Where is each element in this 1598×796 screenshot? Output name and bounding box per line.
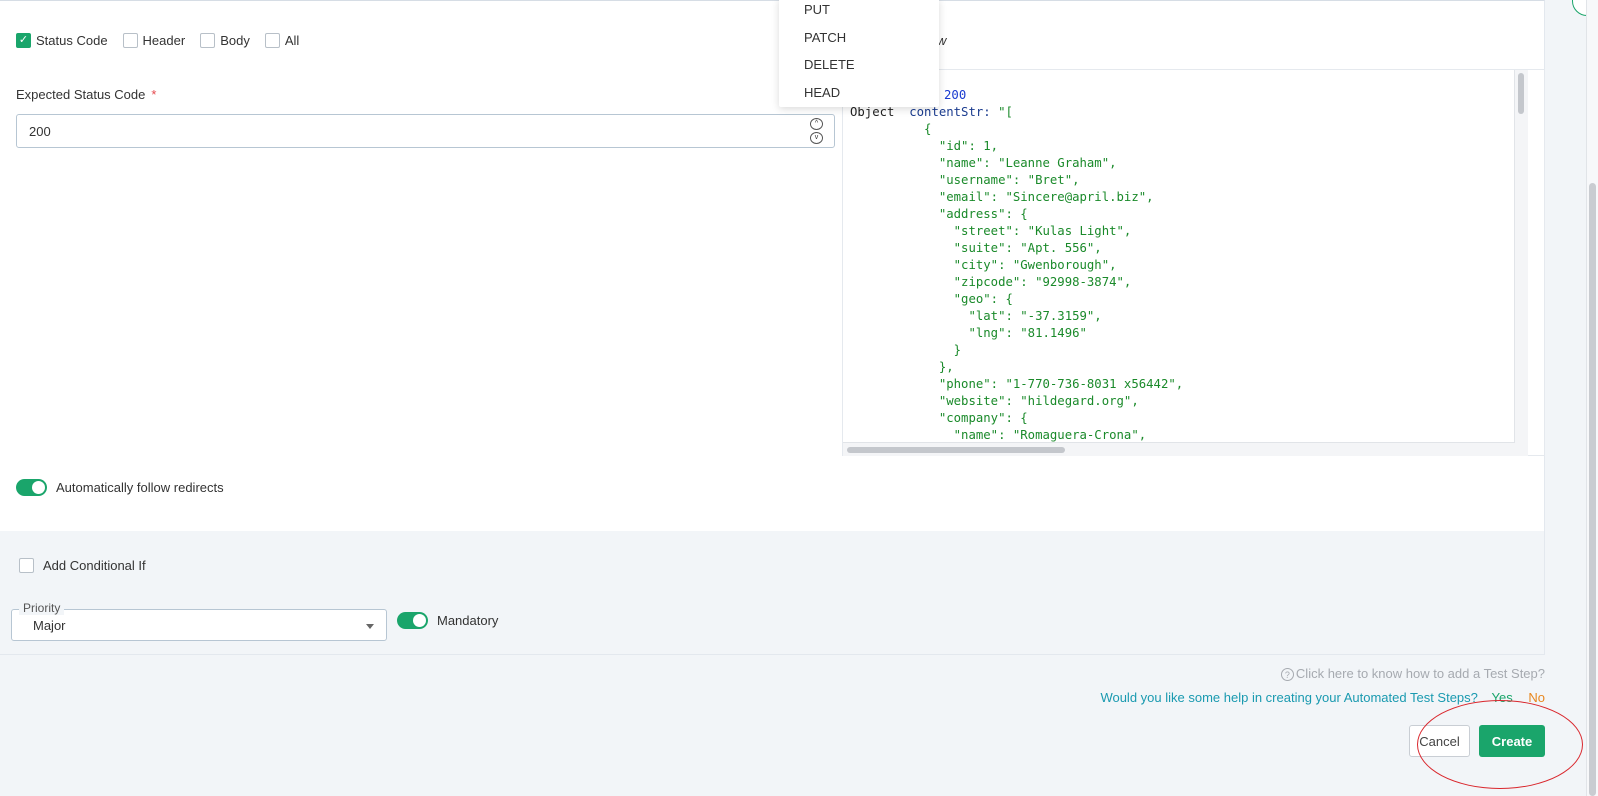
code-token: } [850, 343, 962, 357]
mandatory-toggle[interactable] [397, 612, 428, 629]
code-line: "name": "Romaguera-Crona", [850, 427, 1147, 442]
code-line: "lat": "-37.3159", [850, 308, 1102, 325]
header-checkbox[interactable]: Header [122, 33, 186, 48]
automation-help-prompt: Would you like some help in creating you… [1100, 690, 1545, 705]
help-yes-link[interactable]: Yes [1492, 690, 1513, 705]
body-checkbox[interactable]: Body [200, 33, 250, 48]
code-token: { [850, 122, 932, 136]
code-token: "street": "Kulas Light", [850, 224, 1132, 238]
help-link-text[interactable]: Click here to know how to add a Test Ste… [1296, 666, 1545, 681]
help-no-link[interactable]: No [1528, 690, 1545, 705]
method-option-put[interactable]: PUT [779, 0, 939, 26]
code-token: 200 [944, 88, 967, 102]
header-label: Header [142, 33, 186, 48]
expected-status-code-input[interactable] [17, 115, 777, 147]
method-option-patch[interactable]: PATCH [779, 26, 939, 54]
body-label: Body [220, 33, 250, 48]
required-asterisk: * [151, 87, 157, 102]
follow-redirects-row: Automatically follow redirects [16, 479, 224, 496]
toggle-knob [32, 481, 45, 494]
follow-redirects-toggle[interactable] [16, 479, 47, 496]
code-token: "website": "hildegard.org", [850, 394, 1139, 408]
code-token: "address": { [850, 207, 1028, 221]
code-line: "city": "Gwenborough", [850, 257, 1117, 274]
code-token: "[ [998, 105, 1013, 119]
priority-value: Major [33, 618, 66, 633]
code-line: } [850, 342, 961, 359]
code-token: "lat": "-37.3159", [850, 309, 1102, 323]
code-line: "username": "Bret", [850, 172, 1080, 189]
code-line: "zipcode": "92998-3874", [850, 274, 1132, 291]
code-token: "company": { [850, 411, 1028, 425]
cancel-button[interactable]: Cancel [1409, 725, 1470, 757]
response-preview-panel: tus: 200Object contentStr: "[ { "id": 1,… [842, 69, 1545, 456]
question-circle-icon: ? [1280, 668, 1294, 681]
code-line: "name": "Leanne Graham", [850, 155, 1117, 172]
caret-down-icon[interactable] [366, 624, 374, 629]
header-checkbox-box[interactable] [122, 33, 138, 48]
add-conditional-if-box[interactable] [19, 558, 34, 573]
http-method-dropdown: PUT PATCH DELETE HEAD [779, 0, 939, 107]
method-option-head[interactable]: HEAD [779, 81, 939, 109]
add-conditional-if-label: Add Conditional If [43, 558, 146, 573]
mandatory-row: Mandatory [397, 612, 498, 629]
code-line: "geo": { [850, 291, 1013, 308]
body-checkbox-box[interactable] [200, 33, 216, 48]
code-line: "id": 1, [850, 138, 998, 155]
code-token: "name": "Romaguera-Crona", [850, 428, 1147, 442]
code-token: }, [850, 360, 954, 374]
page-scroll-thumb[interactable] [1589, 183, 1596, 796]
all-checkbox[interactable]: All [264, 33, 300, 48]
follow-redirects-label: Automatically follow redirects [56, 480, 224, 495]
preview-vertical-scroll-thumb[interactable] [1518, 73, 1524, 114]
code-line: { [850, 121, 931, 138]
code-token: "geo": { [850, 292, 1013, 306]
code-line: "email": "Sincere@april.biz", [850, 189, 1154, 206]
code-line: "street": "Kulas Light", [850, 223, 1132, 240]
add-test-step-help-link[interactable]: ? Click here to know how to add a Test St… [1280, 666, 1545, 681]
create-button[interactable]: Create [1479, 725, 1545, 757]
status-code-checkbox[interactable]: ✓ Status Code [16, 33, 108, 48]
add-conditional-if-checkbox[interactable]: Add Conditional If [19, 558, 146, 573]
code-line: "company": { [850, 410, 1028, 427]
help-question-text: Would you like some help in creating you… [1100, 690, 1478, 705]
response-preview-code: tus: 200Object contentStr: "[ { "id": 1,… [843, 70, 1515, 443]
code-line: }, [850, 359, 954, 376]
code-token: "suite": "Apt. 556", [850, 241, 1102, 255]
method-option-delete[interactable]: DELETE [779, 53, 939, 81]
verification-type-row: ✓ Status Code Header Body All [16, 33, 314, 48]
code-token: "city": "Gwenborough", [850, 258, 1117, 272]
priority-legend: Priority [19, 601, 65, 615]
chevron-down-icon[interactable]: v [810, 132, 823, 144]
code-line: "lng": "81.1496" [850, 325, 1087, 342]
all-checkbox-box[interactable] [264, 33, 280, 48]
expected-status-code-field[interactable]: ^ v [16, 114, 835, 148]
code-token: "username": "Bret", [850, 173, 1080, 187]
status-code-label: Status Code [36, 33, 108, 48]
preview-vertical-scrollbar[interactable] [1515, 70, 1528, 443]
code-token: "id": 1, [850, 139, 999, 153]
code-token: "name": "Leanne Graham", [850, 156, 1117, 170]
preview-horizontal-scroll-thumb[interactable] [847, 447, 1065, 453]
expected-status-code-label: Expected Status Code * [16, 87, 156, 102]
code-token: "zipcode": "92998-3874", [850, 275, 1132, 289]
number-stepper[interactable]: ^ v [810, 118, 824, 146]
code-line: "suite": "Apt. 556", [850, 240, 1102, 257]
code-line: "address": { [850, 206, 1028, 223]
mandatory-label: Mandatory [437, 613, 499, 628]
code-line: "website": "hildegard.org", [850, 393, 1139, 410]
code-token: "lng": "81.1496" [850, 326, 1087, 340]
priority-select[interactable]: Priority Major [11, 601, 387, 641]
expected-status-code-text: Expected Status Code [16, 87, 146, 102]
chevron-up-icon[interactable]: ^ [810, 118, 823, 130]
code-token: "phone": "1-770-736-8031 x56442", [850, 377, 1184, 391]
check-icon[interactable]: ✓ [16, 33, 31, 48]
code-line: "phone": "1-770-736-8031 x56442", [850, 376, 1183, 393]
toggle-knob [413, 614, 426, 627]
all-label: All [284, 33, 300, 48]
code-token: "email": "Sincere@april.biz", [850, 190, 1154, 204]
